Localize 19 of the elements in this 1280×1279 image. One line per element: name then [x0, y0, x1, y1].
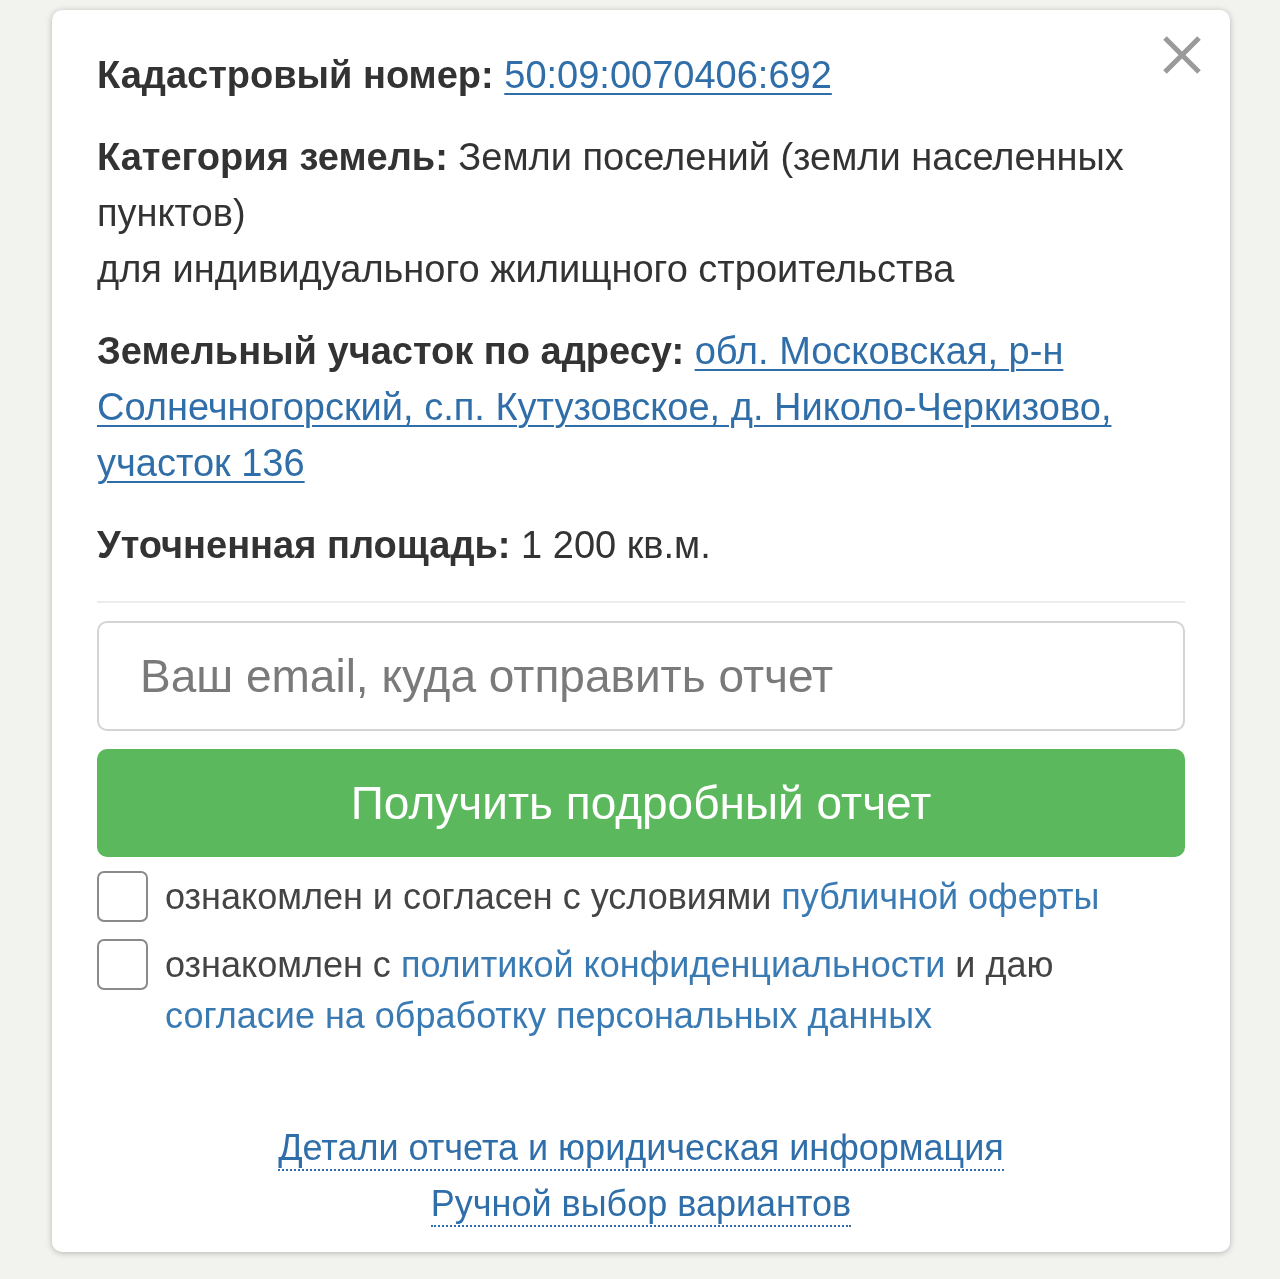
info-text: Уточненная площадь: 1 200 кв.м. [97, 523, 712, 568]
consent-text: ознакомлен с политикой конфиденциальности и даю согласие на обработку персональных данных [165, 943, 1055, 1038]
cadastral-number-link[interactable]: 50:09:0070406:692 [504, 54, 832, 96]
footer-link[interactable]: Ручной выбор вариантов [430, 1183, 852, 1227]
consent-text: ознакомлен и согласен с условиями публичной оферты [165, 875, 1100, 919]
submit-button[interactable]: Получить подробный отчет [97, 749, 1185, 857]
info-text: Категория земель: Земли поселений (земли населенных пунктов) [97, 135, 1125, 236]
email-field[interactable]: Ваш email, куда отправить отчет [97, 621, 1185, 731]
consent-link[interactable]: согласие на обработку персональных данных [165, 995, 933, 1036]
close-button[interactable] [1161, 34, 1203, 76]
permitted-use-text: для индивидуального жилищного строительства [97, 247, 956, 292]
field-label: Кадастровый номер: [97, 54, 494, 96]
consent-link[interactable]: публичной оферты [781, 876, 1100, 917]
checkbox[interactable] [97, 871, 148, 922]
address-text: Земельный участок по адресу: обл. Московская, р-н Солнечногорский, с.п. Кутузовское, д. Николо-Черкизово, участок 136 [97, 329, 1113, 486]
checkbox[interactable] [97, 939, 148, 990]
footer-link[interactable]: Детали отчета и юридическая информация [278, 1127, 1004, 1171]
close-icon [1162, 35, 1202, 75]
consent-link[interactable]: политикой конфиденциальности [400, 944, 946, 985]
